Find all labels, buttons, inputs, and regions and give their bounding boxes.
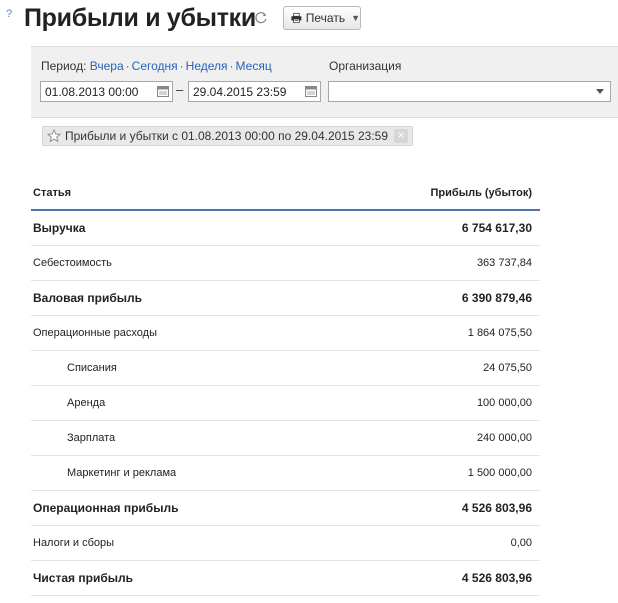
- row-value: 1 864 075,50: [325, 315, 540, 351]
- row-article: Чистая прибыль: [31, 560, 326, 596]
- print-button[interactable]: Печать ▼: [283, 6, 361, 30]
- page-title: Прибыли и убытки: [24, 4, 256, 32]
- row-article: Аренда: [31, 385, 326, 421]
- row-article: Налоги и сборы: [31, 525, 326, 561]
- calendar-icon[interactable]: [157, 85, 169, 97]
- report-tag: Прибыли и убытки с 01.08.2013 00:00 по 2…: [42, 126, 414, 146]
- date-to-value: 29.04.2015 23:59: [193, 85, 287, 99]
- period-link-month[interactable]: Месяц: [236, 59, 272, 73]
- row-value: 4 526 803,96: [325, 560, 540, 596]
- date-separator: –: [176, 82, 184, 97]
- table-row: Зарплата 240 000,00: [31, 420, 540, 456]
- table-row: Себестоимость 363 737,84: [31, 245, 540, 281]
- period-label: Период:: [41, 59, 87, 73]
- row-article: Списания: [31, 350, 326, 386]
- printer-icon: [291, 12, 302, 24]
- date-from-field[interactable]: 01.08.2013 00:00: [40, 81, 173, 102]
- column-header-article: Статья: [31, 177, 326, 211]
- table-row: Операционная прибыль 4 526 803,96: [31, 490, 540, 526]
- table-row: Чистая прибыль 4 526 803,96: [31, 560, 540, 596]
- period-link-week[interactable]: Неделя: [186, 59, 228, 73]
- row-value: 24 075,50: [325, 350, 540, 386]
- row-article: Операционные расходы: [31, 315, 326, 351]
- chevron-down-icon: ▼: [351, 13, 360, 23]
- organization-select[interactable]: [328, 81, 611, 102]
- chevron-down-icon: [596, 89, 604, 94]
- help-icon[interactable]: ?: [6, 8, 12, 20]
- table-row: Аренда 100 000,00: [31, 385, 540, 421]
- report-table: Статья Прибыль (убыток) Выручка 6 754 617…: [31, 177, 540, 596]
- link-separator: ·: [229, 59, 234, 73]
- table-row: Списания 24 075,50: [31, 350, 540, 386]
- row-value: 100 000,00: [325, 385, 540, 421]
- print-button-label: Печать: [305, 11, 346, 25]
- row-value: 240 000,00: [325, 420, 540, 456]
- row-value: 363 737,84: [325, 245, 540, 281]
- calendar-icon[interactable]: [305, 85, 317, 97]
- table-row: Маркетинг и реклама 1 500 000,00: [31, 455, 540, 491]
- row-value: 0,00: [325, 525, 540, 561]
- link-separator: ·: [179, 59, 184, 73]
- row-value: 6 390 879,46: [325, 280, 540, 316]
- table-row: Выручка 6 754 617,30: [31, 210, 540, 246]
- date-to-field[interactable]: 29.04.2015 23:59: [188, 81, 321, 102]
- period-link-yesterday[interactable]: Вчера: [90, 59, 124, 73]
- row-article: Выручка: [31, 210, 326, 246]
- row-article: Зарплата: [31, 420, 326, 456]
- refresh-icon[interactable]: [253, 9, 269, 25]
- row-value: 1 500 000,00: [325, 455, 540, 491]
- table-row: Валовая прибыль 6 390 879,46: [31, 280, 540, 316]
- table-row: Налоги и сборы 0,00: [31, 525, 540, 561]
- star-icon[interactable]: [47, 129, 61, 143]
- period-link-today[interactable]: Сегодня: [132, 59, 178, 73]
- row-article: Валовая прибыль: [31, 280, 326, 316]
- filter-panel: Период: Вчера · Сегодня · Неделя · Месяц Орган…: [31, 46, 618, 118]
- table-row: Операционные расходы 1 864 075,50: [31, 315, 540, 351]
- date-from-value: 01.08.2013 00:00: [45, 85, 139, 99]
- row-article: Маркетинг и реклама: [31, 455, 326, 491]
- row-value: 4 526 803,96: [325, 490, 540, 526]
- link-separator: ·: [125, 59, 130, 73]
- row-article: Себестоимость: [31, 245, 326, 281]
- row-value: 6 754 617,30: [325, 210, 540, 246]
- organization-label: Организация: [329, 59, 402, 73]
- column-header-profit: Прибыль (убыток): [325, 177, 540, 211]
- report-tag-label: Прибыли и убытки с 01.08.2013 00:00 по 2…: [65, 129, 389, 143]
- close-icon[interactable]: ×: [394, 129, 409, 143]
- row-article: Операционная прибыль: [31, 490, 326, 526]
